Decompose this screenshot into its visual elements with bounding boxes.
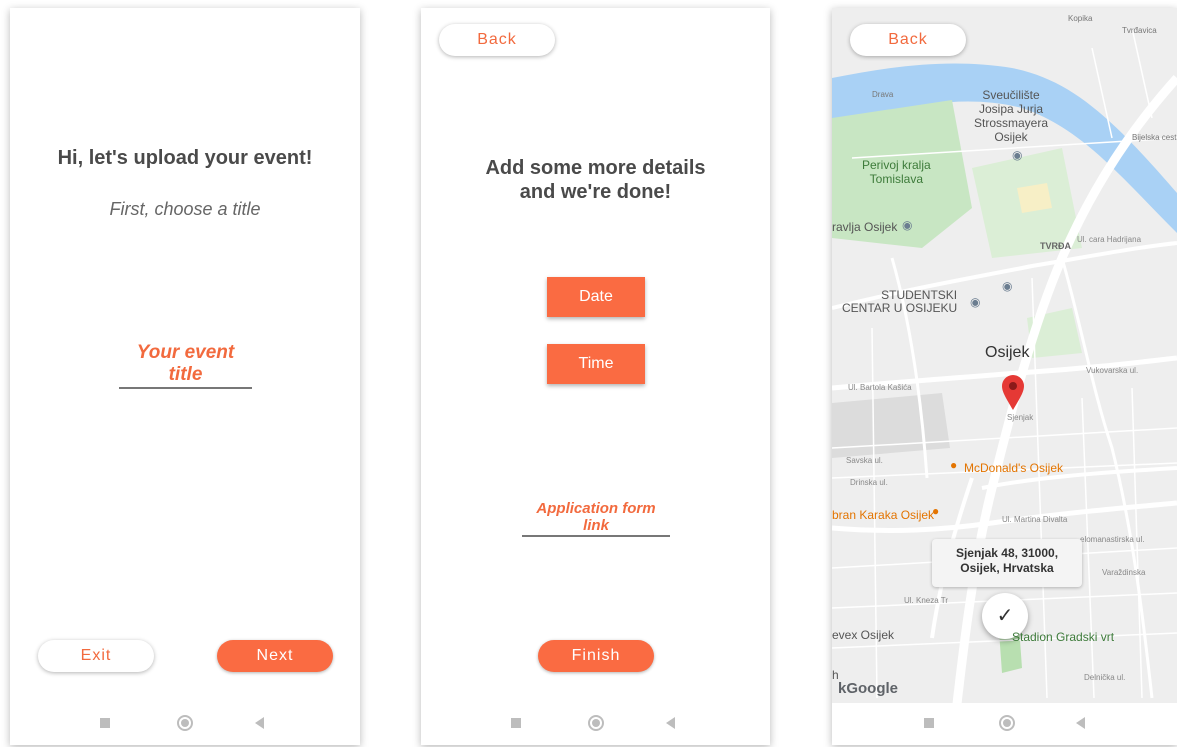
- back-button[interactable]: Back: [850, 24, 966, 56]
- event-title-input[interactable]: Your event title: [119, 342, 252, 389]
- restaurant-pin-icon[interactable]: ●: [950, 458, 957, 472]
- map-view[interactable]: Drava Kopika Tvrđavica Bijelska cesta Sv…: [832, 8, 1177, 703]
- map-label: Drava: [872, 90, 894, 99]
- map-poi-park[interactable]: Perivoj kralja Tomislava: [862, 158, 931, 186]
- application-link-input[interactable]: Application form link: [522, 500, 670, 537]
- details-heading-line2: and we're done!: [519, 181, 672, 203]
- location-pin-icon[interactable]: ◉: [902, 218, 912, 232]
- screen-location-step: Drava Kopika Tvrđavica Bijelska cesta Sv…: [832, 8, 1177, 745]
- map-label: Varaždinska: [1102, 568, 1146, 577]
- map-label: Stadion Gradski vrt: [1012, 630, 1115, 644]
- screen-subtitle: First, choose a title: [109, 199, 261, 219]
- map-label: Osijek: [994, 130, 1028, 144]
- map-label: Ul. cara Hadrijana: [1077, 235, 1142, 244]
- map-poi-university[interactable]: Sveučilište Josipa Jurja Strossmayera Os…: [974, 88, 1048, 144]
- map-label: Ul. Kneza Tr: [904, 596, 949, 605]
- system-navbar: [421, 703, 770, 745]
- map-label: ravlja Osijek: [832, 220, 898, 234]
- map-label: McDonald's Osijek: [964, 461, 1063, 475]
- system-navbar: [832, 703, 1177, 745]
- graduation-cap-pin-icon[interactable]: ◉: [1012, 148, 1022, 162]
- address-line2: Osijek, Hrvatska: [960, 561, 1054, 575]
- finish-button[interactable]: Finish: [538, 640, 654, 672]
- time-button[interactable]: Time: [547, 344, 645, 384]
- map-label: Sveučilište: [982, 88, 1040, 102]
- map-city-label: Osijek: [985, 344, 1030, 361]
- map-poi-student-center[interactable]: STUDENTSKI CENTAR U OSIJEKU: [842, 289, 957, 315]
- date-button[interactable]: Date: [547, 277, 645, 317]
- next-button[interactable]: Next: [217, 640, 333, 672]
- map-label: elomanastirska ul.: [1080, 535, 1145, 544]
- map-label: Tomislava: [869, 172, 924, 186]
- recent-apps-icon[interactable]: [924, 718, 934, 728]
- home-icon[interactable]: [177, 715, 193, 731]
- map-label: Vukovarska ul.: [1086, 366, 1139, 375]
- map-label: Kopika: [1068, 14, 1093, 23]
- map-label: Bijelska cesta: [1132, 133, 1177, 142]
- map-label: bran Karaka Osijek: [832, 508, 935, 522]
- map-label: TVRĐA: [1040, 241, 1071, 251]
- back-button[interactable]: Back: [439, 24, 555, 56]
- address-line1: Sjenjak 48, 31000,: [955, 546, 1059, 560]
- screen-title-step: Hi, let's upload your event! First, choo…: [10, 8, 360, 745]
- details-heading-line1: Add some more details: [485, 157, 706, 179]
- map-label: evex Osijek: [832, 628, 895, 642]
- map-label: Savska ul.: [846, 456, 883, 465]
- map-label: Delnička ul.: [1084, 673, 1126, 682]
- screen-details-step: Back Add some more details and we're don…: [421, 8, 770, 745]
- map-label: Sjenjak: [1007, 413, 1034, 422]
- google-logo: kGoogle: [838, 680, 899, 697]
- exit-button[interactable]: Exit: [38, 640, 154, 672]
- map-label: Strossmayera: [974, 116, 1049, 130]
- map-label: Josipa Jurja: [979, 102, 1044, 116]
- address-callout: Sjenjak 48, 31000, Osijek, Hrvatska: [932, 539, 1082, 587]
- map-label: Ul. Bartola Kašića: [848, 383, 912, 392]
- map-label: Ul. Martina Divalta: [1002, 515, 1068, 524]
- selected-location-pin-icon[interactable]: [1000, 374, 1026, 412]
- restaurant-pin-icon[interactable]: ●: [932, 504, 939, 518]
- location-pin-icon[interactable]: ◉: [970, 295, 980, 309]
- checkmark-icon: ✓: [996, 605, 1014, 627]
- back-arrow-icon[interactable]: [666, 717, 675, 729]
- recent-apps-icon[interactable]: [511, 718, 521, 728]
- home-icon[interactable]: [588, 715, 604, 731]
- map-label: Tvrđavica: [1122, 26, 1157, 35]
- graduation-cap-pin-icon[interactable]: ◉: [1002, 279, 1012, 293]
- recent-apps-icon[interactable]: [100, 718, 110, 728]
- back-arrow-icon[interactable]: [1076, 717, 1085, 729]
- map-label: Drinska ul.: [850, 478, 888, 487]
- home-icon[interactable]: [999, 715, 1015, 731]
- screen-heading: Hi, let's upload your event!: [57, 147, 313, 169]
- system-navbar: [10, 703, 360, 745]
- back-arrow-icon[interactable]: [255, 717, 264, 729]
- map-label: Perivoj kralja: [862, 158, 931, 172]
- map-label: CENTAR U OSIJEKU: [842, 301, 958, 315]
